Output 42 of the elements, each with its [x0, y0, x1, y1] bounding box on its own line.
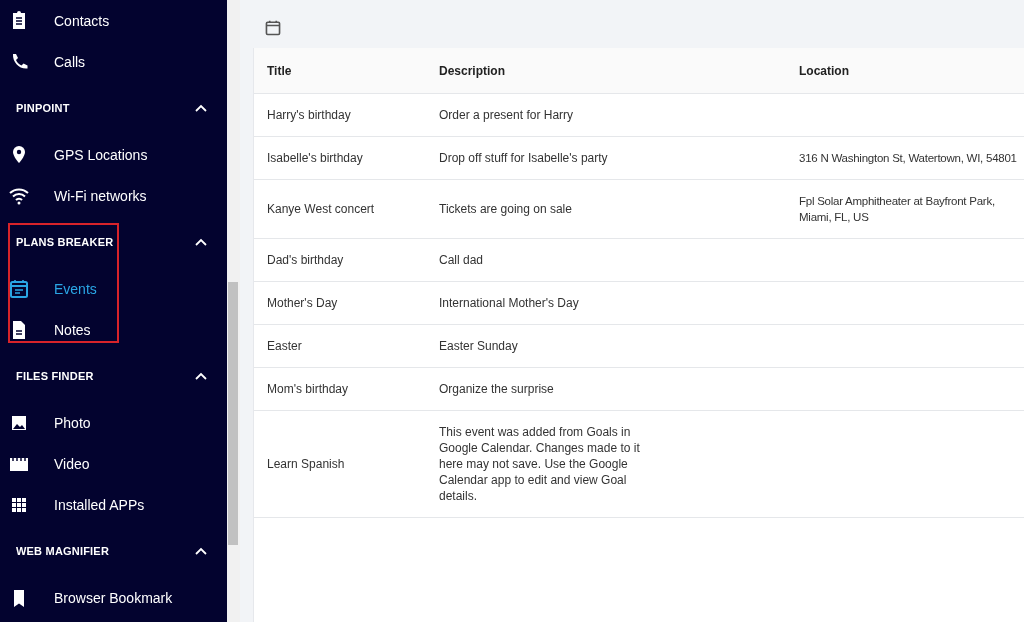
table-cell-text: Easter Sunday [438, 338, 519, 355]
sidebar-item[interactable]: Contacts [54, 12, 110, 29]
table-cell-text: Isabelle's birthday [266, 150, 364, 167]
table-cell-text: Learn Spanish [266, 456, 346, 473]
table-cell-text: Kanye West concert [266, 201, 376, 218]
sidebar-item[interactable]: Notes [54, 321, 91, 338]
table-cell-text: This event was added from Goals in Google Calendar. Changes made to it here may not save. Use the Google Calendar app to edit and view Goal details. [438, 424, 641, 505]
column-header: Location [798, 62, 850, 79]
column-header: Title [266, 62, 293, 79]
table-cell-text: Call dad [438, 252, 485, 269]
sidebar-item[interactable]: Photo [54, 414, 91, 431]
sidebar-item[interactable]: Events [54, 280, 97, 297]
chevron-icon[interactable] [195, 547, 207, 555]
section-heading: PLANS BREAKER [16, 236, 114, 248]
sidebar-item[interactable]: GPS Locations [54, 146, 148, 163]
calendar-icon[interactable] [264, 19, 282, 37]
sidebar-item[interactable]: Wi-Fi networks [54, 187, 147, 204]
table-cell-text: 316 N Washington St, Watertown, WI, 54801 [798, 151, 1018, 166]
sidebar-item[interactable]: Installed APPs [54, 496, 145, 513]
chevron-icon[interactable] [195, 372, 207, 380]
table-cell-text: Order a present for Harry [438, 107, 575, 124]
column-header: Description [438, 62, 506, 79]
table-cell-text: Easter [266, 338, 303, 355]
section-heading: WEB MAGNIFIER [16, 545, 110, 557]
table-cell-text: Tickets are going on sale [438, 201, 573, 218]
table-cell-text: Fpl Solar Amphitheater at Bayfront Park, Miami, FL, US [798, 194, 996, 225]
table-cell-text: Organize the surprise [438, 381, 555, 398]
scrollbar-thumb[interactable] [228, 282, 238, 545]
table-cell-text: Harry's birthday [266, 107, 352, 124]
sidebar-item[interactable]: Video [54, 455, 90, 472]
table-cell-text: Dad's birthday [266, 252, 345, 269]
chevron-icon[interactable] [195, 238, 207, 246]
table-cell-text: Mom's birthday [266, 381, 349, 398]
chevron-icon[interactable] [195, 104, 207, 112]
sidebar-item[interactable]: Browser Bookmark [54, 589, 173, 606]
table-cell-text: Drop off stuff for Isabelle's party [438, 150, 609, 167]
sidebar-item[interactable]: Calls [54, 53, 86, 70]
calendar-icon [8, 277, 30, 300]
table-cell-text: Mother's Day [266, 295, 339, 312]
section-heading: FILES FINDER [16, 370, 94, 382]
table-cell-text: International Mother's Day [438, 295, 580, 312]
section-heading: PINPOINT [16, 102, 70, 114]
